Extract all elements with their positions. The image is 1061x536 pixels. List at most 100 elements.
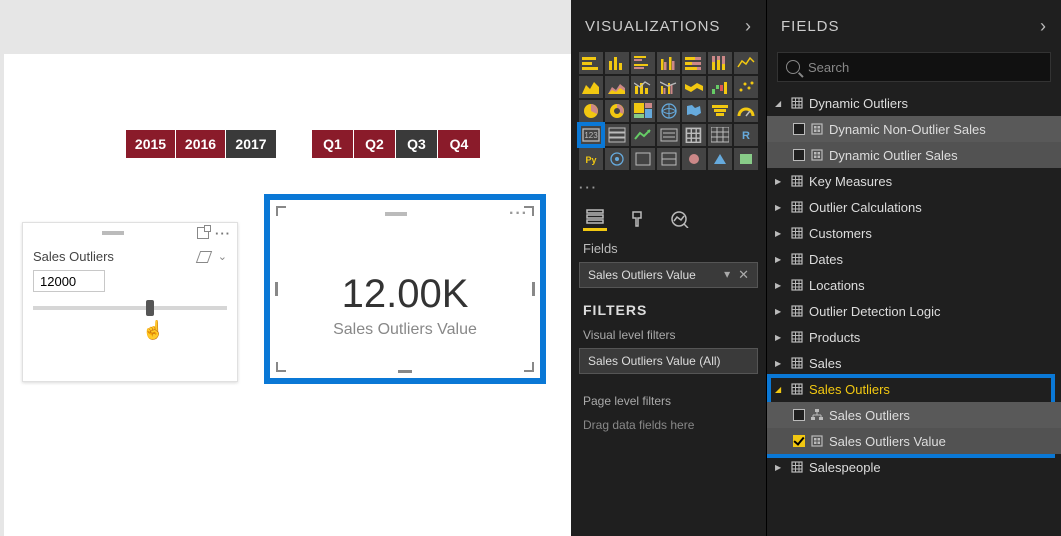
viz-r-icon[interactable]: R	[734, 124, 758, 146]
table-sales[interactable]: Sales	[767, 350, 1061, 376]
fields-search[interactable]: Search	[777, 52, 1051, 82]
visual-more-icon[interactable]: ···	[215, 226, 231, 241]
slider-thumb[interactable]	[146, 300, 154, 316]
viz-stacked-area-icon[interactable]	[605, 76, 629, 98]
report-canvas[interactable]: 2015 2016 2017 Q1 Q2 Q3 Q4 ··· Sales Out…	[0, 0, 571, 536]
checkbox[interactable]	[793, 123, 805, 135]
slicer-slider[interactable]	[33, 306, 227, 310]
collapse-icon[interactable]	[745, 16, 752, 37]
viz-pie-icon[interactable]	[579, 100, 603, 122]
viz-custom4-icon[interactable]	[708, 148, 732, 170]
viz-100-column-icon[interactable]	[708, 52, 732, 74]
viz-slicer-icon[interactable]	[657, 124, 681, 146]
quarter-btn-q1[interactable]: Q1	[312, 130, 354, 158]
field-sales-outliers-value[interactable]: Sales Outliers Value	[767, 428, 1061, 454]
resize-handle-l[interactable]	[275, 282, 278, 296]
fields-title: FIELDS	[781, 18, 840, 35]
viz-multirow-card-icon[interactable]	[605, 124, 629, 146]
viz-custom3-icon[interactable]	[682, 148, 706, 170]
viz-custom2-icon[interactable]	[657, 148, 681, 170]
viz-line-icon[interactable]	[734, 52, 758, 74]
viz-matrix-icon[interactable]	[708, 124, 732, 146]
slicer-value-input[interactable]: 12000	[33, 270, 105, 292]
viz-custom5-icon[interactable]	[734, 148, 758, 170]
collapse-icon[interactable]	[1040, 16, 1047, 37]
table-salespeople[interactable]: Salespeople	[767, 454, 1061, 480]
viz-filled-map-icon[interactable]	[682, 100, 706, 122]
field-dropdown-icon[interactable]: ▾	[724, 267, 730, 283]
visual-filter-item[interactable]: Sales Outliers Value (All)	[579, 348, 758, 374]
viz-table-icon[interactable]	[682, 124, 706, 146]
viz-donut-icon[interactable]	[605, 100, 629, 122]
table-icon	[791, 227, 803, 239]
analytics-tab[interactable]	[667, 207, 691, 231]
table-sales-outliers[interactable]: Sales Outliers	[767, 376, 1061, 402]
field-dynamic-outlier[interactable]: Dynamic Outlier Sales	[767, 142, 1061, 168]
resize-handle-tl[interactable]	[276, 206, 286, 216]
table-label: Locations	[809, 278, 865, 293]
viz-custom1-icon[interactable]	[631, 148, 655, 170]
fields-tab[interactable]	[583, 207, 607, 231]
table-products[interactable]: Products	[767, 324, 1061, 350]
slicer-dropdown-icon[interactable]: ⌄	[218, 250, 227, 263]
viz-treemap-icon[interactable]	[631, 100, 655, 122]
table-locations[interactable]: Locations	[767, 272, 1061, 298]
checkbox[interactable]	[793, 149, 805, 161]
viz-stacked-bar-icon[interactable]	[579, 52, 603, 74]
checkbox[interactable]	[793, 409, 805, 421]
viz-map-icon[interactable]	[657, 100, 681, 122]
resize-handle-b[interactable]	[398, 370, 412, 373]
viz-card-icon[interactable]: 123	[579, 124, 603, 146]
card-visual[interactable]: ··· 12.00K Sales Outliers Value	[276, 206, 534, 372]
table-dynamic-outliers[interactable]: Dynamic Outliers	[767, 90, 1061, 116]
move-handle-icon[interactable]	[385, 212, 407, 216]
viz-more-icon[interactable]: ···	[571, 178, 766, 203]
viz-ribbon-icon[interactable]	[682, 76, 706, 98]
page-filters-dropzone[interactable]: Drag data fields here	[571, 412, 766, 432]
focus-mode-icon[interactable]	[197, 227, 209, 239]
quarter-btn-q2[interactable]: Q2	[354, 130, 396, 158]
table-dates[interactable]: Dates	[767, 246, 1061, 272]
viz-arcgis-icon[interactable]	[605, 148, 629, 170]
year-btn-2016[interactable]: 2016	[176, 130, 226, 158]
table-key-measures[interactable]: Key Measures	[767, 168, 1061, 194]
table-icon	[791, 201, 803, 213]
viz-funnel-icon[interactable]	[708, 100, 732, 122]
checkbox-checked[interactable]	[793, 435, 805, 447]
viz-line-clustered-icon[interactable]	[657, 76, 681, 98]
visualizations-panel: VISUALIZATIONS	[571, 0, 767, 536]
viz-waterfall-icon[interactable]	[708, 76, 732, 98]
table-outlier-calc[interactable]: Outlier Calculations	[767, 194, 1061, 220]
viz-stacked-column-icon[interactable]	[605, 52, 629, 74]
resize-handle-bl[interactable]	[276, 362, 286, 372]
resize-handle-br[interactable]	[524, 362, 534, 372]
resize-handle-tr[interactable]	[524, 206, 534, 216]
viz-100-bar-icon[interactable]	[682, 52, 706, 74]
quarter-btn-q4[interactable]: Q4	[438, 130, 480, 158]
table-customers[interactable]: Customers	[767, 220, 1061, 246]
resize-handle-r[interactable]	[532, 282, 535, 296]
viz-py-icon[interactable]: Py	[579, 148, 603, 170]
field-dynamic-non-outlier[interactable]: Dynamic Non-Outlier Sales	[767, 116, 1061, 142]
format-tab[interactable]	[625, 207, 649, 231]
viz-line-stacked-icon[interactable]	[631, 76, 655, 98]
year-btn-2015[interactable]: 2015	[126, 130, 176, 158]
viz-scatter-icon[interactable]	[734, 76, 758, 98]
clear-selection-icon[interactable]	[196, 251, 212, 263]
table-outlier-logic[interactable]: Outlier Detection Logic	[767, 298, 1061, 324]
viz-kpi-icon[interactable]	[631, 124, 655, 146]
visualizations-title: VISUALIZATIONS	[585, 18, 720, 35]
visualizations-header[interactable]: VISUALIZATIONS	[571, 0, 766, 52]
sales-outliers-slicer[interactable]: ··· Sales Outliers ⌄ 12000	[22, 222, 238, 382]
viz-clustered-column-icon[interactable]	[657, 52, 681, 74]
move-handle-icon[interactable]	[102, 231, 124, 235]
year-btn-2017[interactable]: 2017	[226, 130, 276, 158]
fields-header[interactable]: FIELDS	[767, 0, 1061, 52]
quarter-btn-q3[interactable]: Q3	[396, 130, 438, 158]
field-remove-icon[interactable]: ✕	[738, 267, 749, 283]
viz-gauge-icon[interactable]	[734, 100, 758, 122]
viz-area-icon[interactable]	[579, 76, 603, 98]
field-sales-outliers[interactable]: Sales Outliers	[767, 402, 1061, 428]
viz-clustered-bar-icon[interactable]	[631, 52, 655, 74]
field-well-item[interactable]: Sales Outliers Value ▾✕	[579, 262, 758, 288]
